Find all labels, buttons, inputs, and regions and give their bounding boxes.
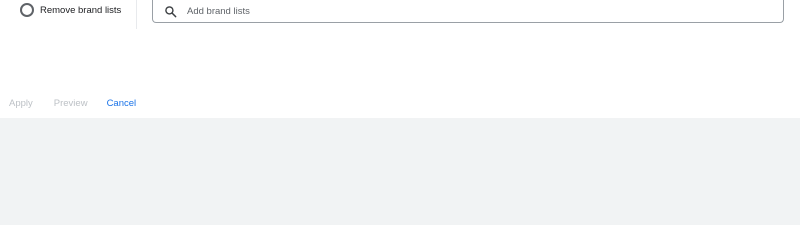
page-background-area (0, 118, 800, 225)
search-icon (163, 4, 177, 18)
action-bar: Apply Preview Cancel (0, 94, 136, 112)
add-brand-lists-input[interactable] (187, 2, 747, 20)
brand-list-panel: Remove brand lists Apply Preview Cancel (0, 0, 800, 118)
preview-button[interactable]: Preview (54, 98, 88, 109)
remove-brand-lists-option[interactable]: Remove brand lists (20, 0, 121, 20)
radio-unchecked-icon[interactable] (20, 3, 34, 17)
cancel-button[interactable]: Cancel (107, 98, 137, 109)
page: Remove brand lists Apply Preview Cancel (0, 0, 800, 225)
apply-button[interactable]: Apply (9, 98, 33, 109)
vertical-divider (136, 0, 137, 29)
remove-brand-lists-label: Remove brand lists (40, 4, 122, 16)
brand-list-search-box[interactable] (152, 0, 784, 23)
